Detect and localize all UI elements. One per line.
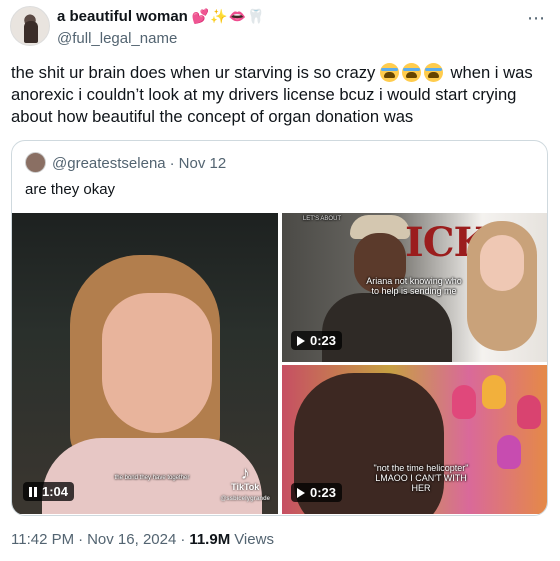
video-3-duration-badge: 0:23 xyxy=(291,483,343,502)
video-1-duration-badge: 1:04 xyxy=(23,482,75,501)
play-icon xyxy=(297,335,305,346)
video-3-caption: "not the time helicopter" LMAOO I CAN'T … xyxy=(373,463,469,493)
tweet-text-part1: the shit ur brain does when ur starving … xyxy=(11,63,380,82)
video-2-caption: Ariana not knowing who to help is sendin… xyxy=(366,276,462,296)
tweet-footer: 11:42 PM · Nov 16, 2024 · 11.9M Views xyxy=(11,531,274,548)
author-avatar[interactable] xyxy=(10,6,50,46)
tweet: a beautiful woman 💕✨👄🦷 @full_legal_name … xyxy=(0,0,560,561)
video-2-duration-badge: 0:23 xyxy=(291,331,343,350)
media-grid: the bond they have together ♪ TikTok @ss… xyxy=(12,213,547,515)
quoted-date[interactable]: Nov 12 xyxy=(179,155,227,172)
quoted-header: @greatestselena · Nov 12 xyxy=(52,155,226,172)
video-2-duration: 0:23 xyxy=(310,333,337,348)
quoted-separator: · xyxy=(169,155,175,172)
author-display-name[interactable]: a beautiful woman xyxy=(57,8,188,25)
post-time[interactable]: 11:42 PM xyxy=(11,531,74,548)
tiktok-user: @ssbicelygrande xyxy=(220,496,270,502)
video-thumbnail-3[interactable]: "not the time helicopter" LMAOO I CAN'T … xyxy=(282,365,547,514)
views-count: 11.9M xyxy=(189,531,231,548)
crying-emoji-icon xyxy=(379,63,446,82)
tiktok-icon: ♪ xyxy=(240,463,250,483)
video-1-duration: 1:04 xyxy=(42,484,69,499)
author-name-row: a beautiful woman 💕✨👄🦷 xyxy=(57,8,266,25)
footer-separator-1: · xyxy=(78,531,84,548)
video-1-caption: the bond they have together xyxy=(114,475,190,481)
author-handle[interactable]: @full_legal_name xyxy=(57,30,177,47)
tiktok-watermark: ♪ TikTok @ssbicelygrande xyxy=(220,464,270,502)
quoted-tweet[interactable]: @greatestselena · Nov 12 are they okay t… xyxy=(11,140,548,516)
video-3-duration: 0:23 xyxy=(310,485,337,500)
quoted-handle[interactable]: @greatestselena xyxy=(52,155,166,172)
post-date[interactable]: Nov 16, 2024 xyxy=(87,531,176,548)
footer-separator-2: · xyxy=(180,531,186,548)
author-emoji-badges: 💕✨👄🦷 xyxy=(191,8,266,24)
tiktok-label: TikTok xyxy=(231,482,260,492)
video-thumbnail-2[interactable]: LET'S ABOUT ICK Ariana not knowing who t… xyxy=(282,213,547,362)
views-label: Views xyxy=(234,531,274,548)
video-2-top-label: LET'S ABOUT xyxy=(302,216,342,222)
tweet-text: the shit ur brain does when ur starving … xyxy=(11,62,546,128)
more-options-icon[interactable]: ⋯ xyxy=(527,8,546,29)
pause-icon xyxy=(29,486,37,497)
quoted-author-avatar[interactable] xyxy=(25,152,46,173)
play-icon xyxy=(297,487,305,498)
quoted-text: are they okay xyxy=(25,181,116,198)
video-thumbnail-1[interactable]: the bond they have together ♪ TikTok @ss… xyxy=(12,213,278,514)
